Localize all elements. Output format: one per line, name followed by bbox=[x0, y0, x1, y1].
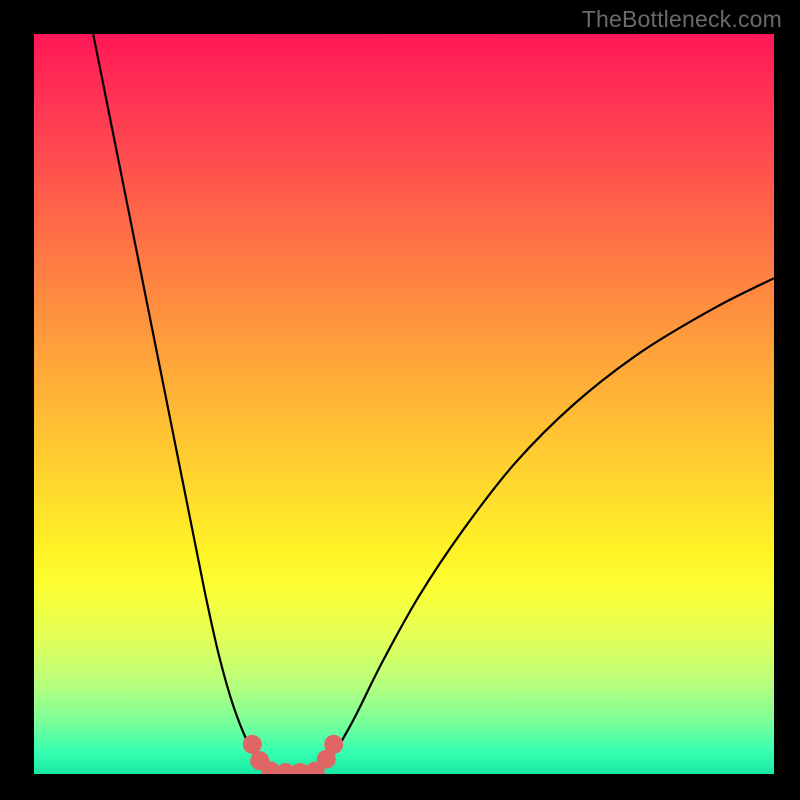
curve-svg bbox=[34, 34, 774, 774]
valley-marker bbox=[324, 735, 343, 754]
curve-right-branch bbox=[315, 278, 774, 774]
valley-markers-group bbox=[243, 735, 343, 774]
plot-area bbox=[34, 34, 774, 774]
outer-frame: TheBottleneck.com bbox=[0, 0, 800, 800]
curve-left-branch bbox=[93, 34, 271, 774]
watermark-text: TheBottleneck.com bbox=[582, 6, 782, 33]
valley-marker bbox=[243, 735, 262, 754]
